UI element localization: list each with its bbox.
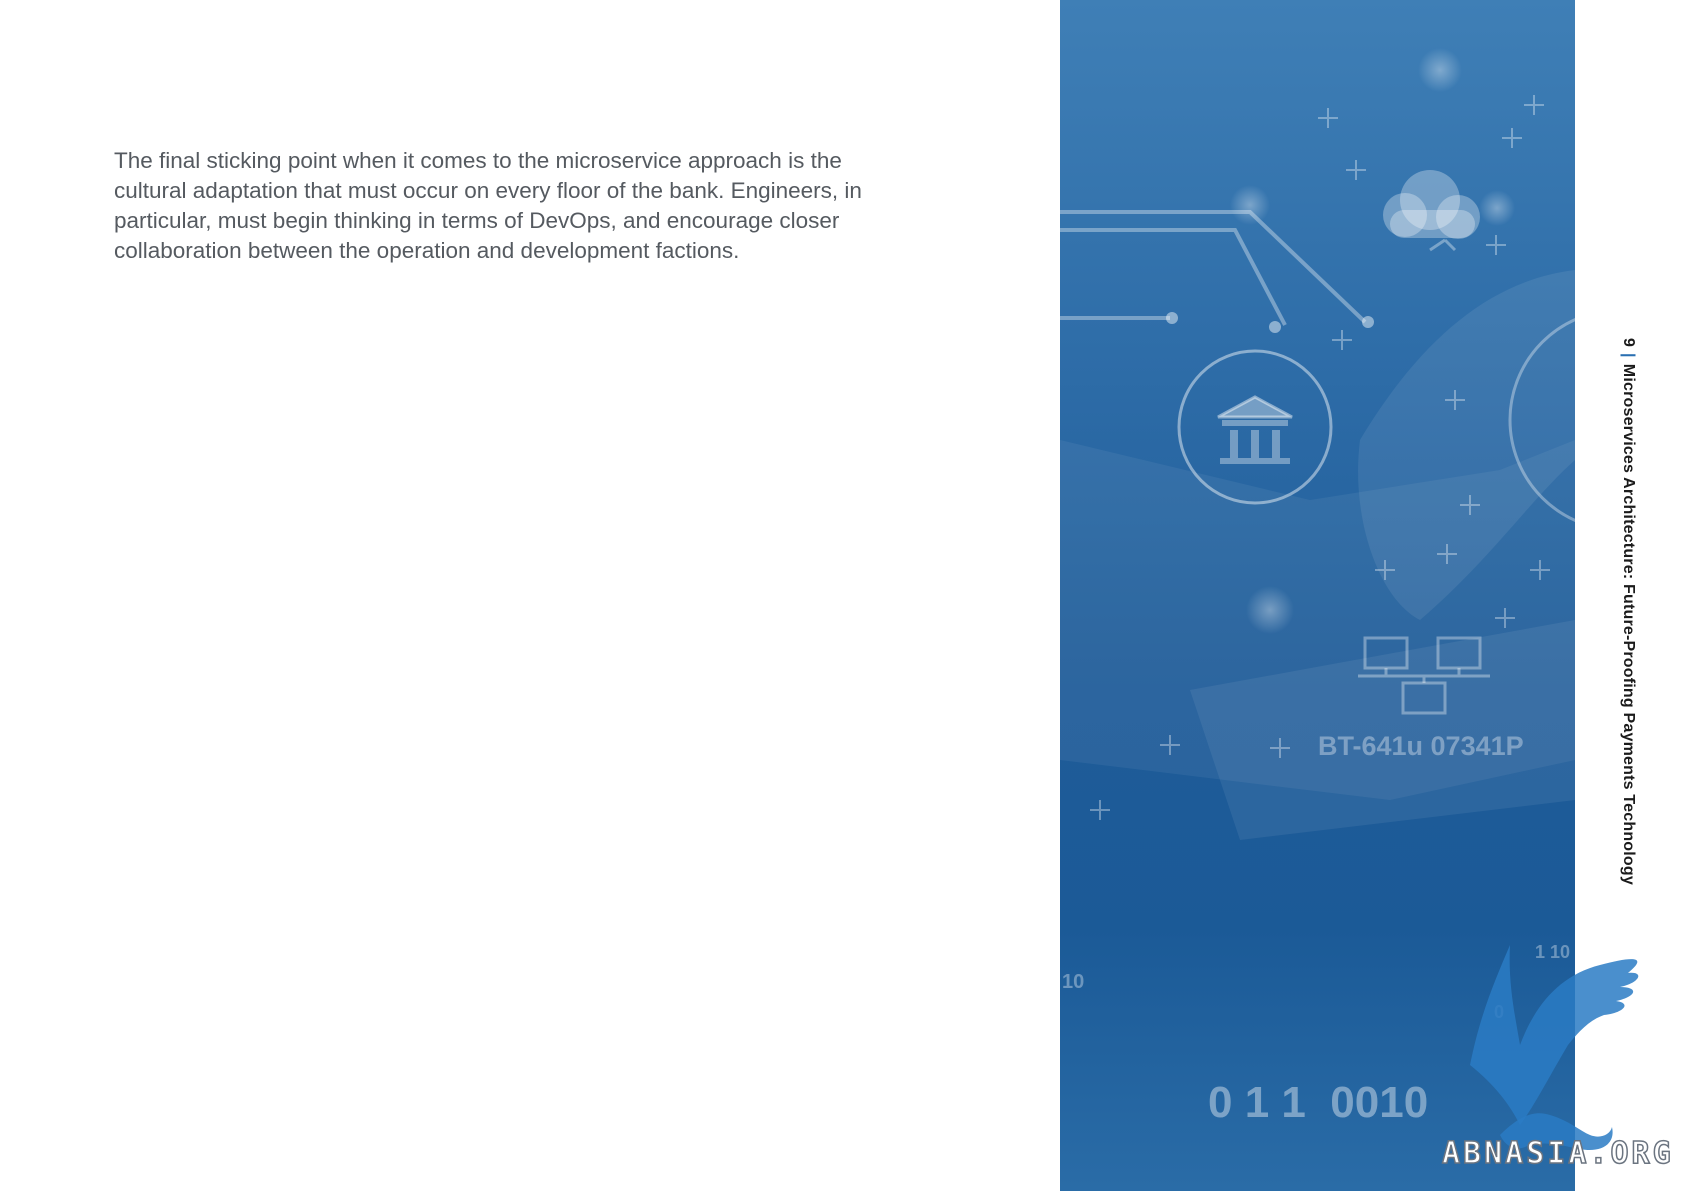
cloud-icon (1383, 170, 1480, 239)
page-number: 9 (1620, 338, 1637, 348)
side-digits-text: 10 (1062, 971, 1084, 993)
running-header: 9 | Microservices Architecture: Future-Pro… (1610, 338, 1646, 918)
document-page: The final sticking point when it comes t… (0, 0, 1684, 1191)
document-title: Microservices Architecture: Future-Proof… (1620, 363, 1637, 885)
bank-icon (1177, 349, 1333, 505)
circuit-nodes (1166, 312, 1374, 333)
watermark-text: ABNASIA.ORG (1441, 1135, 1674, 1172)
card-number-text: BT-641u 07341P (1318, 731, 1524, 761)
header-separator: | (1620, 353, 1637, 358)
circuit-lines (1060, 210, 1367, 326)
body-paragraph: The final sticking point when it comes t… (114, 148, 862, 263)
binary-text: 0 1 1 0010 (1208, 1078, 1428, 1127)
